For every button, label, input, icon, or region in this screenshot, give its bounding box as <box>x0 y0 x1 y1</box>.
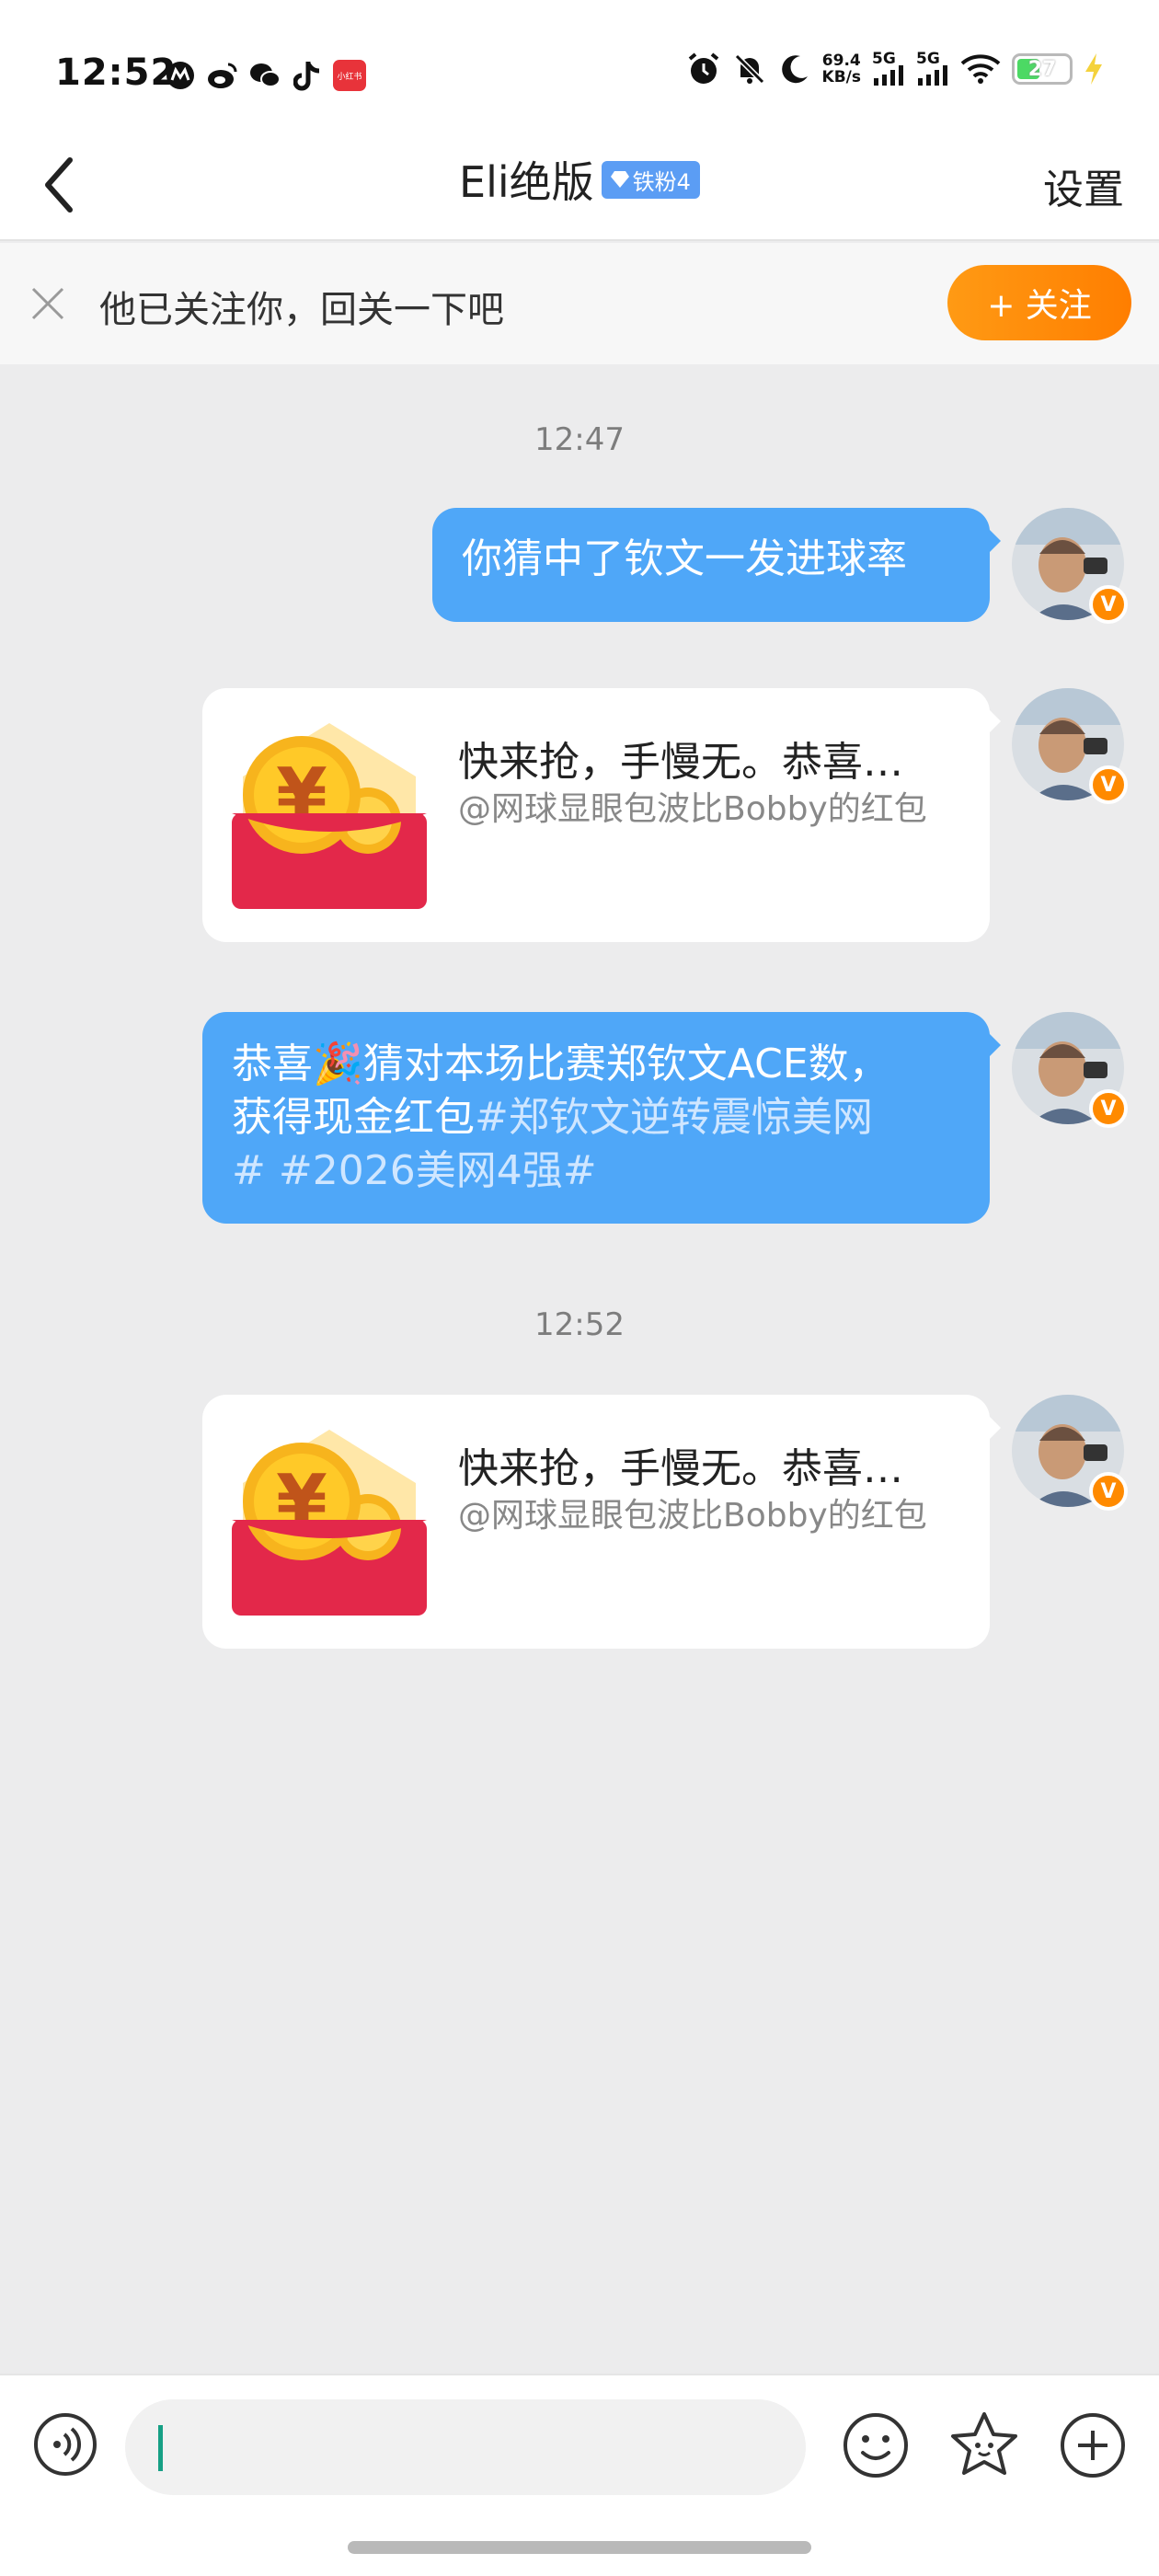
verified-badge-icon: V <box>1089 765 1128 804</box>
red-packet-sender: @网球显眼包波比Bobby的红包 <box>458 1497 927 1535</box>
signal-1: 5G <box>872 52 905 86</box>
mtr-icon <box>164 59 197 92</box>
follow-back-banner: 他已关注你，回关一下吧 + 关注 <box>0 243 1159 364</box>
voice-button[interactable] <box>33 2412 98 2477</box>
verified-badge-icon: V <box>1089 585 1128 624</box>
text-message-bubble[interactable]: 恭喜🎉猜对本场比赛郑钦文ACE数， 获得现金红包#郑钦文逆转震惊美网 # #20… <box>202 1012 1001 1224</box>
hashtag-link[interactable]: # #2026美网4强# <box>232 1144 960 1198</box>
message-text: 你猜中了钦文一发进球率 <box>462 535 907 582</box>
wifi-icon <box>960 54 1001 84</box>
tiktok-icon <box>291 59 324 92</box>
alarm-icon <box>688 52 718 84</box>
hashtag-link[interactable]: #郑钦文逆转震惊美网 <box>475 1094 873 1141</box>
message-input[interactable] <box>125 2399 806 2495</box>
net-speed-value: 69.4 <box>821 52 861 70</box>
battery-indicator: 27 <box>1012 53 1073 85</box>
charging-icon <box>1085 53 1102 85</box>
message-line: 获得现金红包#郑钦文逆转震惊美网 <box>232 1091 960 1144</box>
avatar[interactable]: V <box>1012 1012 1128 1128</box>
xiaohongshu-label: 小红书 <box>333 60 366 91</box>
message-text: 获得现金红包 <box>232 1094 475 1141</box>
xiaohongshu-icon: 小红书 <box>333 59 366 92</box>
sticker-icon <box>951 2412 1017 2475</box>
chat-title[interactable]: Eli绝版 <box>459 149 594 210</box>
notification-icons: 小红书 <box>164 59 366 92</box>
signal-1-label: 5G <box>872 50 896 68</box>
chat-header: Eli绝版 铁粉4 设置 <box>0 129 1159 241</box>
red-envelope-icon: ¥ <box>232 1430 427 1616</box>
follow-button[interactable]: + 关注 <box>947 265 1131 340</box>
diamond-icon <box>610 171 629 188</box>
emoji-button[interactable] <box>839 2409 912 2482</box>
signal-bars-icon <box>874 65 903 86</box>
message-line: 恭喜🎉猜对本场比赛郑钦文ACE数， <box>232 1041 889 1087</box>
message-timestamp: 12:52 <box>534 1306 625 1343</box>
follow-back-text: 他已关注你，回关一下吧 <box>99 289 504 331</box>
system-indicators: 69.4 KB/s 5G 5G 27 <box>686 52 1104 86</box>
text-cursor <box>158 2425 163 2471</box>
status-bar: 12:52 小红书 69.4 KB/s 5G 5G 27 <box>0 0 1159 138</box>
red-envelope-icon: ¥ <box>232 723 427 909</box>
red-packet-title: 快来抢，手慢无。恭喜… <box>458 739 903 786</box>
weibo-icon <box>206 59 239 92</box>
red-packet-sender: @网球显眼包波比Bobby的红包 <box>458 790 927 828</box>
message-timestamp: 12:47 <box>534 421 625 458</box>
voice-icon <box>34 2413 97 2476</box>
red-packet-title: 快来抢，手慢无。恭喜… <box>458 1445 903 1492</box>
settings-button[interactable]: 设置 <box>1043 156 1124 215</box>
net-speed-unit: KB/s <box>821 68 861 86</box>
moon-icon <box>781 55 808 84</box>
fan-level-label: 铁粉4 <box>632 168 691 195</box>
sticker-button[interactable] <box>947 2409 1021 2482</box>
avatar[interactable]: V <box>1012 508 1128 624</box>
plus-icon <box>1061 2413 1125 2478</box>
close-icon <box>31 287 64 320</box>
close-banner-button[interactable] <box>28 283 68 324</box>
emoji-icon <box>843 2413 908 2478</box>
signal-2-label: 5G <box>916 50 940 68</box>
signal-bars-icon <box>918 65 947 86</box>
avatar[interactable]: V <box>1012 688 1128 804</box>
battery-level: 27 <box>1027 57 1057 81</box>
more-options-button[interactable] <box>1056 2409 1130 2482</box>
verified-badge-icon: V <box>1089 1089 1128 1128</box>
signal-2: 5G <box>916 52 949 86</box>
text-message-bubble[interactable]: 你猜中了钦文一发进球率 <box>432 508 1001 622</box>
fan-level-badge[interactable]: 铁粉4 <box>601 160 700 199</box>
red-packet-card[interactable]: ¥ 快来抢，手慢无。恭喜… @网球显眼包波比Bobby的红包 <box>202 688 1001 942</box>
wechat-icon <box>248 59 281 92</box>
net-speed: 69.4 KB/s <box>822 52 861 86</box>
header-title-group: Eli绝版 铁粉4 <box>0 149 1159 210</box>
avatar[interactable]: V <box>1012 1395 1128 1511</box>
home-indicator[interactable] <box>348 2541 811 2554</box>
verified-badge-icon: V <box>1089 1472 1128 1511</box>
mute-icon <box>734 53 764 85</box>
status-time: 12:52 <box>55 52 178 94</box>
red-packet-card[interactable]: ¥ 快来抢，手慢无。恭喜… @网球显眼包波比Bobby的红包 <box>202 1395 1001 1649</box>
